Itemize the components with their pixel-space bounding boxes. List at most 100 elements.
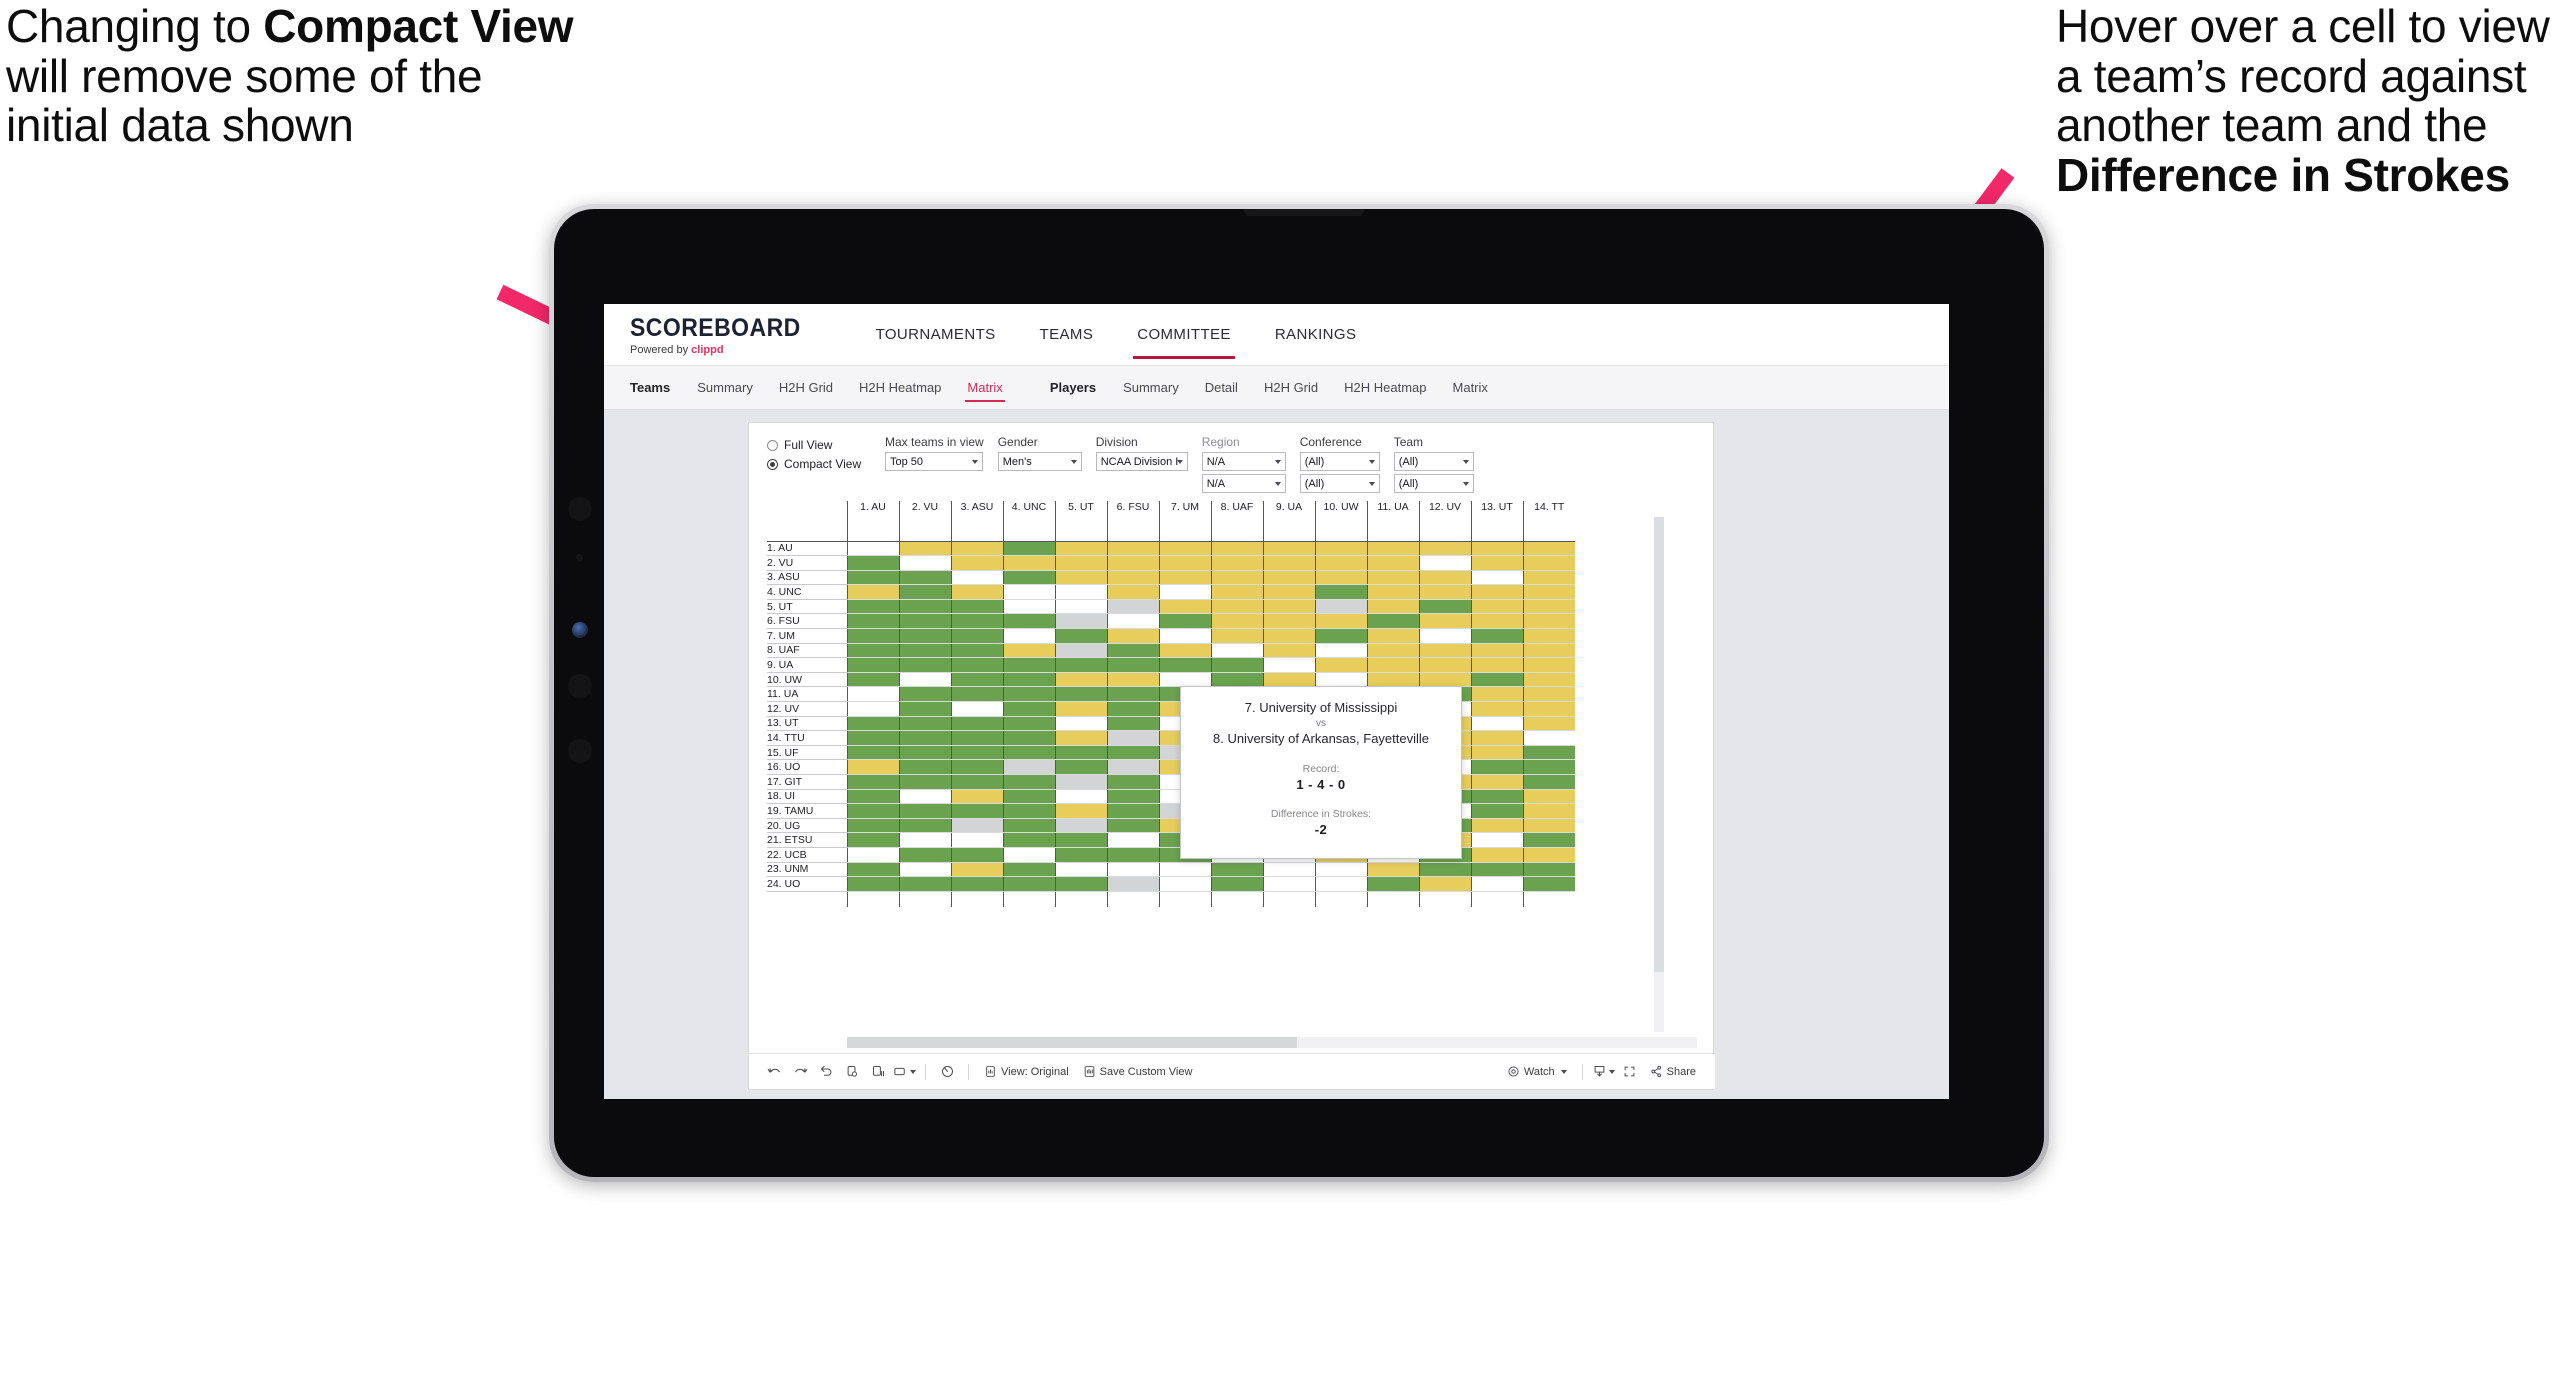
matrix-cell[interactable]: [1522, 862, 1575, 878]
matrix-cell[interactable]: [1106, 613, 1159, 630]
matrix-col-header[interactable]: 9. UA: [1262, 501, 1315, 542]
matrix-row-header[interactable]: 22. UCB: [767, 847, 847, 863]
matrix-cell[interactable]: [1002, 686, 1055, 703]
filter-team-select-2[interactable]: (All): [1393, 474, 1474, 493]
matrix-cell[interactable]: [1314, 628, 1367, 644]
filter-max-teams-select[interactable]: Top 50: [885, 452, 983, 471]
matrix-cell[interactable]: [950, 803, 1003, 819]
matrix-cell[interactable]: [1002, 862, 1055, 878]
matrix-cell[interactable]: [846, 672, 899, 688]
matrix-cell[interactable]: [1262, 613, 1315, 630]
matrix-cell[interactable]: [1002, 657, 1055, 673]
matrix-cell[interactable]: [1522, 541, 1575, 557]
matrix-cell[interactable]: [898, 730, 951, 746]
matrix-cell[interactable]: [1262, 672, 1315, 688]
horizontal-scroll-thumb[interactable]: [847, 1037, 1297, 1048]
matrix-cell[interactable]: [898, 570, 951, 586]
matrix-row-header[interactable]: 24. UO: [767, 876, 847, 892]
matrix-cell[interactable]: [1262, 570, 1315, 586]
filter-conference-select-1[interactable]: (All): [1299, 452, 1380, 471]
matrix-cell[interactable]: [1314, 643, 1367, 659]
matrix-cell[interactable]: [1106, 832, 1159, 848]
matrix-cell[interactable]: [1314, 657, 1367, 673]
matrix-cell[interactable]: [846, 599, 899, 615]
matrix-cell[interactable]: [1106, 803, 1159, 819]
matrix-cell[interactable]: [1002, 745, 1055, 761]
matrix-cell[interactable]: [1418, 541, 1471, 557]
matrix-cell[interactable]: [846, 774, 899, 790]
matrix-cell[interactable]: [950, 774, 1003, 790]
matrix-cell[interactable]: [1106, 599, 1159, 615]
matrix-cell[interactable]: [1106, 818, 1159, 834]
watch-button[interactable]: Watch: [1500, 1060, 1574, 1084]
matrix-cell[interactable]: [846, 745, 899, 761]
matrix-cell[interactable]: [1106, 672, 1159, 688]
matrix-cell[interactable]: [1470, 818, 1523, 834]
matrix-cell[interactable]: [898, 759, 951, 775]
matrix-cell[interactable]: [1002, 774, 1055, 790]
matrix-cell[interactable]: [1522, 555, 1575, 571]
device-preview-icon[interactable]: [891, 1059, 917, 1085]
matrix-cell[interactable]: [1262, 876, 1315, 892]
matrix-cell[interactable]: [1002, 555, 1055, 571]
matrix-cell[interactable]: [846, 789, 899, 805]
matrix-cell[interactable]: [1366, 555, 1419, 571]
matrix-cell[interactable]: [1470, 672, 1523, 688]
matrix-cell[interactable]: [950, 628, 1003, 644]
matrix-cell[interactable]: [1054, 789, 1107, 805]
matrix-cell[interactable]: [1002, 672, 1055, 688]
matrix-cell[interactable]: [1106, 643, 1159, 659]
matrix-cell[interactable]: [1210, 541, 1263, 557]
matrix-cell[interactable]: [1418, 643, 1471, 659]
matrix-cell[interactable]: [950, 730, 1003, 746]
matrix-cell[interactable]: [898, 847, 951, 863]
tab-players-h2h-heatmap[interactable]: H2H Heatmap: [1331, 366, 1439, 409]
matrix-cell[interactable]: [1470, 686, 1523, 703]
matrix-cell[interactable]: [1002, 847, 1055, 863]
matrix-cell[interactable]: [1522, 643, 1575, 659]
matrix-cell[interactable]: [1470, 628, 1523, 644]
matrix-col-header[interactable]: 14. TT: [1522, 501, 1575, 542]
matrix-cell[interactable]: [1418, 672, 1471, 688]
matrix-cell[interactable]: [1002, 759, 1055, 775]
matrix-cell[interactable]: [1054, 599, 1107, 615]
matrix-cell[interactable]: [1470, 613, 1523, 630]
matrix-row-header[interactable]: 16. UO: [767, 759, 847, 775]
matrix-col-header[interactable]: 3. ASU: [950, 501, 1003, 542]
matrix-cell[interactable]: [1054, 759, 1107, 775]
matrix-cell[interactable]: [1470, 541, 1523, 557]
matrix-cell[interactable]: [1366, 628, 1419, 644]
matrix-cell[interactable]: [1522, 613, 1575, 630]
matrix-cell[interactable]: [1210, 876, 1263, 892]
matrix-cell[interactable]: [1002, 570, 1055, 586]
matrix-cell[interactable]: [1418, 876, 1471, 892]
matrix-cell[interactable]: [846, 803, 899, 819]
matrix-row-header[interactable]: 11. UA: [767, 686, 847, 703]
matrix-cell[interactable]: [1054, 730, 1107, 746]
matrix-cell[interactable]: [1210, 555, 1263, 571]
matrix-cell[interactable]: [1002, 541, 1055, 557]
matrix-cell[interactable]: [846, 876, 899, 892]
matrix-cell[interactable]: [950, 818, 1003, 834]
matrix-cell[interactable]: [1418, 599, 1471, 615]
matrix-cell[interactable]: [1470, 555, 1523, 571]
matrix-cell[interactable]: [846, 584, 899, 600]
matrix-cell[interactable]: [1418, 584, 1471, 600]
matrix-cell[interactable]: [1366, 862, 1419, 878]
matrix-cell[interactable]: [1054, 628, 1107, 644]
matrix-cell[interactable]: [1158, 584, 1211, 600]
matrix-cell[interactable]: [1106, 789, 1159, 805]
matrix-row-header[interactable]: 15. UF: [767, 745, 847, 761]
matrix-cell[interactable]: [1210, 657, 1263, 673]
resume-auto-update-icon[interactable]: [865, 1059, 891, 1085]
matrix-cell[interactable]: [1418, 613, 1471, 630]
matrix-cell[interactable]: [846, 555, 899, 571]
matrix-cell[interactable]: [1106, 570, 1159, 586]
matrix-cell[interactable]: [1522, 701, 1575, 717]
matrix-cell[interactable]: [1106, 759, 1159, 775]
matrix-cell[interactable]: [1522, 789, 1575, 805]
tab-players-h2h-grid[interactable]: H2H Grid: [1251, 366, 1331, 409]
matrix-cell[interactable]: [1470, 643, 1523, 659]
matrix-cell[interactable]: [1522, 832, 1575, 848]
matrix-cell[interactable]: [898, 803, 951, 819]
